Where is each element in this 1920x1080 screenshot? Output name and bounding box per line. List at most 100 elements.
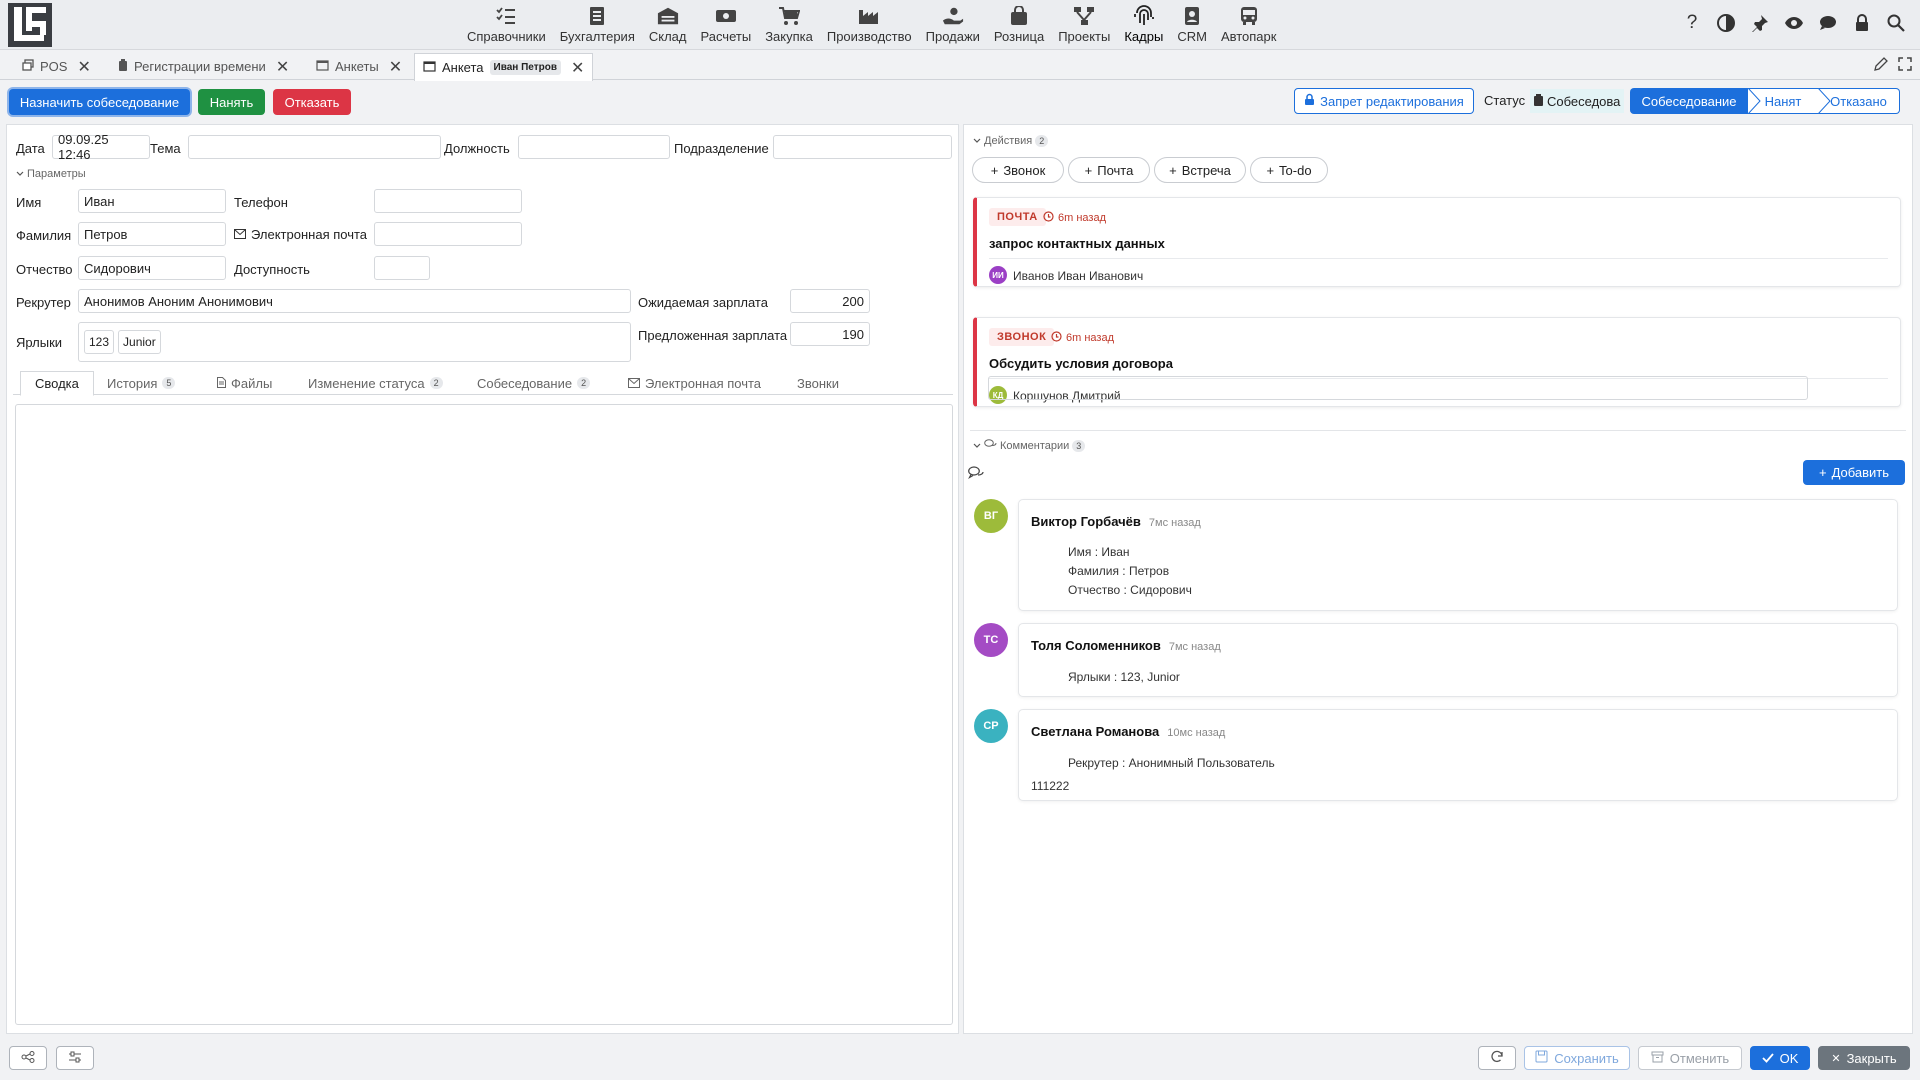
date-field[interactable]: 09.09.25 12:46 bbox=[52, 132, 150, 162]
theme-toggle-icon[interactable] bbox=[1716, 12, 1736, 34]
refresh-button[interactable] bbox=[1478, 1046, 1516, 1070]
tags-field[interactable]: 123 Junior bbox=[78, 322, 631, 362]
last-name-field[interactable]: Петров bbox=[78, 222, 226, 246]
tag-chip[interactable]: Junior bbox=[118, 330, 161, 354]
hire-button[interactable]: Нанять bbox=[198, 89, 265, 115]
email-field[interactable] bbox=[374, 222, 522, 246]
detail-tabs: Сводка История 5 Файлы Изменение статуса… bbox=[13, 371, 953, 396]
add-comment-button[interactable]: + Добавить bbox=[1803, 460, 1905, 485]
tab-pos[interactable]: POS ✕ bbox=[14, 53, 99, 80]
module-production[interactable]: Производство bbox=[820, 2, 919, 48]
expand-icon[interactable] bbox=[1898, 57, 1912, 74]
app-logo[interactable] bbox=[8, 3, 52, 47]
tab-status-changes[interactable]: Изменение статуса 2 bbox=[294, 371, 457, 395]
recruiter-field[interactable]: Анонимов Аноним Анонимович bbox=[78, 289, 631, 313]
record-chip: Иван Петров bbox=[489, 60, 561, 75]
count-badge: 3 bbox=[1072, 440, 1086, 452]
reject-button[interactable]: Отказать bbox=[273, 89, 351, 115]
tab-strip-tools bbox=[1874, 57, 1912, 74]
candidate-form-panel: Дата 09.09.25 12:46 Тема Должность Подра… bbox=[6, 124, 959, 1034]
add-todo-button[interactable]: + To-do bbox=[1250, 157, 1328, 183]
availability-field[interactable] bbox=[374, 256, 430, 280]
ok-button[interactable]: OK bbox=[1750, 1046, 1810, 1070]
module-crm[interactable]: CRM bbox=[1170, 2, 1214, 48]
schedule-interview-button[interactable]: Назначить собеседование bbox=[9, 89, 190, 115]
expected-salary-field[interactable]: 200 bbox=[790, 289, 870, 313]
offered-salary-field[interactable]: 190 bbox=[790, 322, 870, 346]
phone-field[interactable] bbox=[374, 189, 522, 213]
tab-time-registrations[interactable]: Регистрации времени ✕ bbox=[110, 53, 297, 80]
close-icon[interactable]: ✕ bbox=[571, 58, 584, 78]
edit-pencil-icon[interactable] bbox=[1874, 57, 1888, 74]
window-icon bbox=[316, 59, 329, 74]
count-badge: 5 bbox=[162, 377, 176, 389]
module-directories[interactable]: Справочники bbox=[460, 2, 553, 48]
chat-icon[interactable] bbox=[1818, 12, 1838, 34]
close-button[interactable]: ✕ Закрыть bbox=[1818, 1046, 1910, 1070]
activity-time: 6m назад bbox=[1051, 331, 1114, 345]
add-meeting-button[interactable]: + Встреча bbox=[1154, 157, 1246, 183]
tab-summary[interactable]: Сводка bbox=[20, 371, 94, 396]
module-accounting[interactable]: Бухгалтерия bbox=[553, 2, 642, 48]
share-button[interactable] bbox=[9, 1046, 47, 1070]
module-payments[interactable]: Расчеты bbox=[693, 2, 758, 48]
params-section-toggle[interactable]: Параметры bbox=[16, 168, 86, 180]
tab-label: Собеседование bbox=[477, 375, 573, 391]
envelope-icon bbox=[628, 376, 640, 391]
money-icon bbox=[715, 5, 737, 27]
cart-icon bbox=[778, 5, 801, 27]
actions-section-toggle[interactable]: Действия 2 bbox=[973, 135, 1049, 147]
help-icon[interactable]: ? bbox=[1682, 12, 1702, 34]
summary-textarea[interactable] bbox=[15, 404, 953, 1025]
activity-type-badge: ЗВОНОК bbox=[989, 328, 1055, 346]
tab-questionnaires[interactable]: Анкеты ✕ bbox=[308, 53, 410, 80]
edit-lock-button[interactable]: Запрет редактирования bbox=[1294, 88, 1474, 114]
tab-questionnaire-active[interactable]: Анкета Иван Петров ✕ bbox=[414, 53, 594, 81]
comment-line: Фамилия : Петров bbox=[1068, 564, 1170, 578]
step-arrow bbox=[1748, 88, 1761, 114]
save-button[interactable]: Сохранить bbox=[1524, 1046, 1630, 1070]
settings-sliders-button[interactable] bbox=[56, 1046, 94, 1070]
close-icon[interactable]: ✕ bbox=[389, 57, 402, 77]
module-label: Автопарк bbox=[1220, 29, 1277, 44]
topic-field[interactable] bbox=[188, 135, 441, 159]
search-icon[interactable] bbox=[1886, 12, 1906, 34]
add-call-button[interactable]: + Звонок bbox=[972, 157, 1064, 183]
close-icon[interactable]: ✕ bbox=[276, 57, 289, 77]
patronymic-field[interactable]: Сидорович bbox=[78, 256, 226, 280]
tab-label: Анкета bbox=[442, 60, 484, 75]
eye-icon[interactable] bbox=[1784, 12, 1804, 34]
factory-icon bbox=[858, 5, 880, 27]
module-projects[interactable]: Проекты bbox=[1051, 2, 1117, 48]
module-sales[interactable]: Продажи bbox=[919, 2, 987, 48]
position-field[interactable] bbox=[518, 135, 670, 159]
step-interview[interactable]: Собеседование bbox=[1630, 88, 1748, 114]
email-label: Электронная почта bbox=[251, 227, 368, 242]
module-retail[interactable]: Розница bbox=[987, 2, 1051, 48]
tab-files[interactable]: Файлы bbox=[203, 371, 286, 395]
close-icon[interactable]: ✕ bbox=[77, 57, 90, 77]
module-warehouse[interactable]: Склад bbox=[642, 2, 694, 48]
tab-label: Анкеты bbox=[335, 59, 379, 74]
add-mail-button[interactable]: + Почта bbox=[1068, 157, 1150, 183]
tab-history[interactable]: История 5 bbox=[93, 371, 189, 395]
comment-input[interactable] bbox=[988, 376, 1808, 400]
lock-icon[interactable] bbox=[1852, 12, 1872, 34]
comments-section-toggle[interactable]: Комментарии 3 bbox=[973, 439, 1086, 453]
tag-chip[interactable]: 123 bbox=[84, 330, 115, 354]
pin-icon[interactable] bbox=[1750, 12, 1770, 34]
activity-card[interactable]: ПОЧТА 6m назад запрос контактных данных … bbox=[973, 197, 1901, 287]
module-fleet[interactable]: Автопарк bbox=[1214, 2, 1284, 48]
department-field[interactable] bbox=[773, 135, 952, 159]
tab-calls[interactable]: Звонки bbox=[783, 371, 853, 395]
first-name-field[interactable]: Иван bbox=[78, 189, 226, 213]
comments-label: Комментарии bbox=[1000, 440, 1070, 452]
tab-email[interactable]: Электронная почта bbox=[614, 371, 775, 395]
module-hr[interactable]: Кадры bbox=[1117, 2, 1170, 48]
activity-title: запрос контактных данных bbox=[989, 236, 1165, 251]
cancel-button[interactable]: Отменить bbox=[1638, 1046, 1742, 1070]
comment-author: Виктор Горбачёв 7мс назад bbox=[1031, 514, 1201, 529]
tab-interview[interactable]: Собеседование 2 bbox=[463, 371, 604, 395]
comment-author-name: Виктор Горбачёв bbox=[1031, 514, 1141, 529]
module-purchasing[interactable]: Закупка bbox=[758, 2, 820, 48]
